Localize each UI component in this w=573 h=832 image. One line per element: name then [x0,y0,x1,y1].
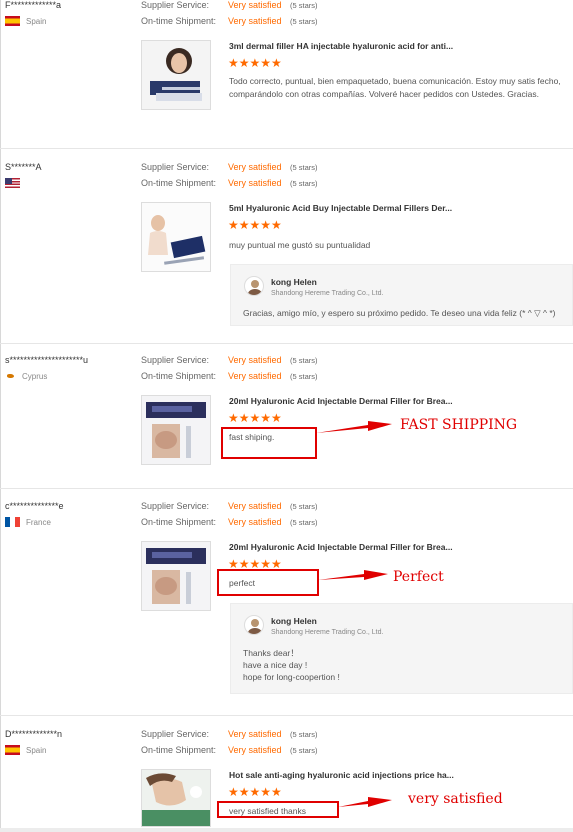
avatar [244,276,264,296]
reply-text-line: hope for long-coopertion ! [243,672,340,682]
product-image [142,542,210,610]
buyer-name: S*******A [5,162,42,172]
left-border [0,0,1,832]
country-name: Spain [26,745,47,755]
supplier-service-value: Very satisfied [228,162,282,172]
annotation-label: FAST SHIPPING [400,417,518,433]
on-time-shipment-stars: (5 stars) [290,518,318,527]
product-thumbnail[interactable] [141,202,211,272]
supplier-reply: kong Helen Shandong Hereme Trading Co., … [230,264,573,326]
product-title-link[interactable]: 5ml Hyaluronic Acid Buy Injectable Derma… [229,203,452,213]
on-time-shipment-stars: (5 stars) [290,179,318,188]
supplier-service-value: Very satisfied [228,355,282,365]
product-title-link[interactable]: 20ml Hyaluronic Acid Injectable Dermal F… [229,542,453,552]
comment-highlight-box [221,427,317,459]
supplier-service-stars: (5 stars) [290,1,318,10]
review-divider [0,488,573,489]
supplier-service-label: Supplier Service: [141,501,210,511]
product-title-link[interactable]: 3ml dermal filler HA injectable hyaluron… [229,41,453,51]
usa-flag-icon [5,178,20,188]
supplier-service-stars: (5 stars) [290,163,318,172]
product-thumbnail[interactable] [141,40,211,110]
reply-text-line: have a nice day ! [243,660,308,670]
on-time-shipment-label: On-time Shipment: [141,16,217,26]
comment-highlight-box [217,801,339,818]
supplier-service-value: Very satisfied [228,0,282,10]
avatar [244,615,264,635]
product-image [142,203,210,271]
on-time-shipment-value: Very satisfied [228,178,282,188]
reply-company: Shandong Hereme Trading Co., Ltd. [271,629,384,636]
buyer-country: Spain [5,16,46,26]
review-divider [0,148,573,149]
france-flag-icon [5,517,20,527]
on-time-shipment-label: On-time Shipment: [141,371,217,381]
review-comment: Todo correcto, puntual, bien empaquetado… [229,76,561,99]
supplier-reply: kong Helen Shandong Hereme Trading Co., … [230,603,573,694]
product-image [142,770,210,826]
spain-flag-icon [5,16,20,26]
annotation-arrow-icon [316,421,392,433]
reply-author: kong Helen [271,277,317,287]
reply-text-line: Thanks dear！ [243,648,299,658]
supplier-service-label: Supplier Service: [141,355,210,365]
annotation-arrow-icon [338,797,392,807]
on-time-shipment-label: On-time Shipment: [141,517,217,527]
rating-stars: ★★★★★ [228,56,282,70]
supplier-service-value: Very satisfied [228,729,282,739]
supplier-service-label: Supplier Service: [141,162,210,172]
country-name: France [26,517,51,527]
buyer-name: s*********************u [5,355,89,365]
reply-company: Shandong Hereme Trading Co., Ltd. [271,290,384,297]
buyer-name: D*************n [5,729,63,739]
spain-flag-icon [5,745,20,755]
on-time-shipment-value: Very satisfied [228,517,282,527]
on-time-shipment-stars: (5 stars) [290,372,318,381]
product-image [142,396,210,464]
supplier-service-label: Supplier Service: [141,729,210,739]
rating-stars: ★★★★★ [228,218,282,232]
rating-stars: ★★★★★ [228,785,282,799]
comment-highlight-box [217,569,319,596]
buyer-country: Cyprus [5,371,47,381]
buyer-country: Spain [5,745,46,755]
review-comment: muy puntual me gustó su puntualidad [229,240,371,250]
supplier-service-value: Very satisfied [228,501,282,511]
product-title-link[interactable]: Hot sale anti-aging hyaluronic acid inje… [229,770,454,780]
product-image [142,41,210,109]
on-time-shipment-label: On-time Shipment: [141,745,217,755]
on-time-shipment-value: Very satisfied [228,745,282,755]
country-name: Cyprus [22,371,48,381]
annotation-label: very satisfied [408,791,503,807]
buyer-country [5,178,20,188]
supplier-service-stars: (5 stars) [290,730,318,739]
product-thumbnail[interactable] [141,541,211,611]
buyer-country: France [5,517,51,527]
supplier-service-label: Supplier Service: [141,0,210,10]
product-thumbnail[interactable] [141,769,211,827]
on-time-shipment-stars: (5 stars) [290,17,318,26]
on-time-shipment-stars: (5 stars) [290,746,318,755]
product-thumbnail[interactable] [141,395,211,465]
on-time-shipment-value: Very satisfied [228,371,282,381]
reply-text: Gracias, amigo mío, y espero su próximo … [243,308,556,318]
reply-author: kong Helen [271,616,317,626]
annotation-arrow-icon [318,570,388,580]
product-title-link[interactable]: 20ml Hyaluronic Acid Injectable Dermal F… [229,396,453,406]
buyer-name: c**************e [5,501,64,511]
review-divider [0,343,573,344]
annotation-label: Perfect [393,569,444,585]
on-time-shipment-value: Very satisfied [228,16,282,26]
buyer-name: F*************a [5,0,62,10]
country-name: Spain [26,16,47,26]
cyprus-flag-icon [5,371,16,381]
on-time-shipment-label: On-time Shipment: [141,178,217,188]
rating-stars: ★★★★★ [228,411,282,425]
supplier-service-stars: (5 stars) [290,502,318,511]
horizontal-scrollbar[interactable] [0,828,573,832]
review-divider [0,715,573,716]
supplier-service-stars: (5 stars) [290,356,318,365]
